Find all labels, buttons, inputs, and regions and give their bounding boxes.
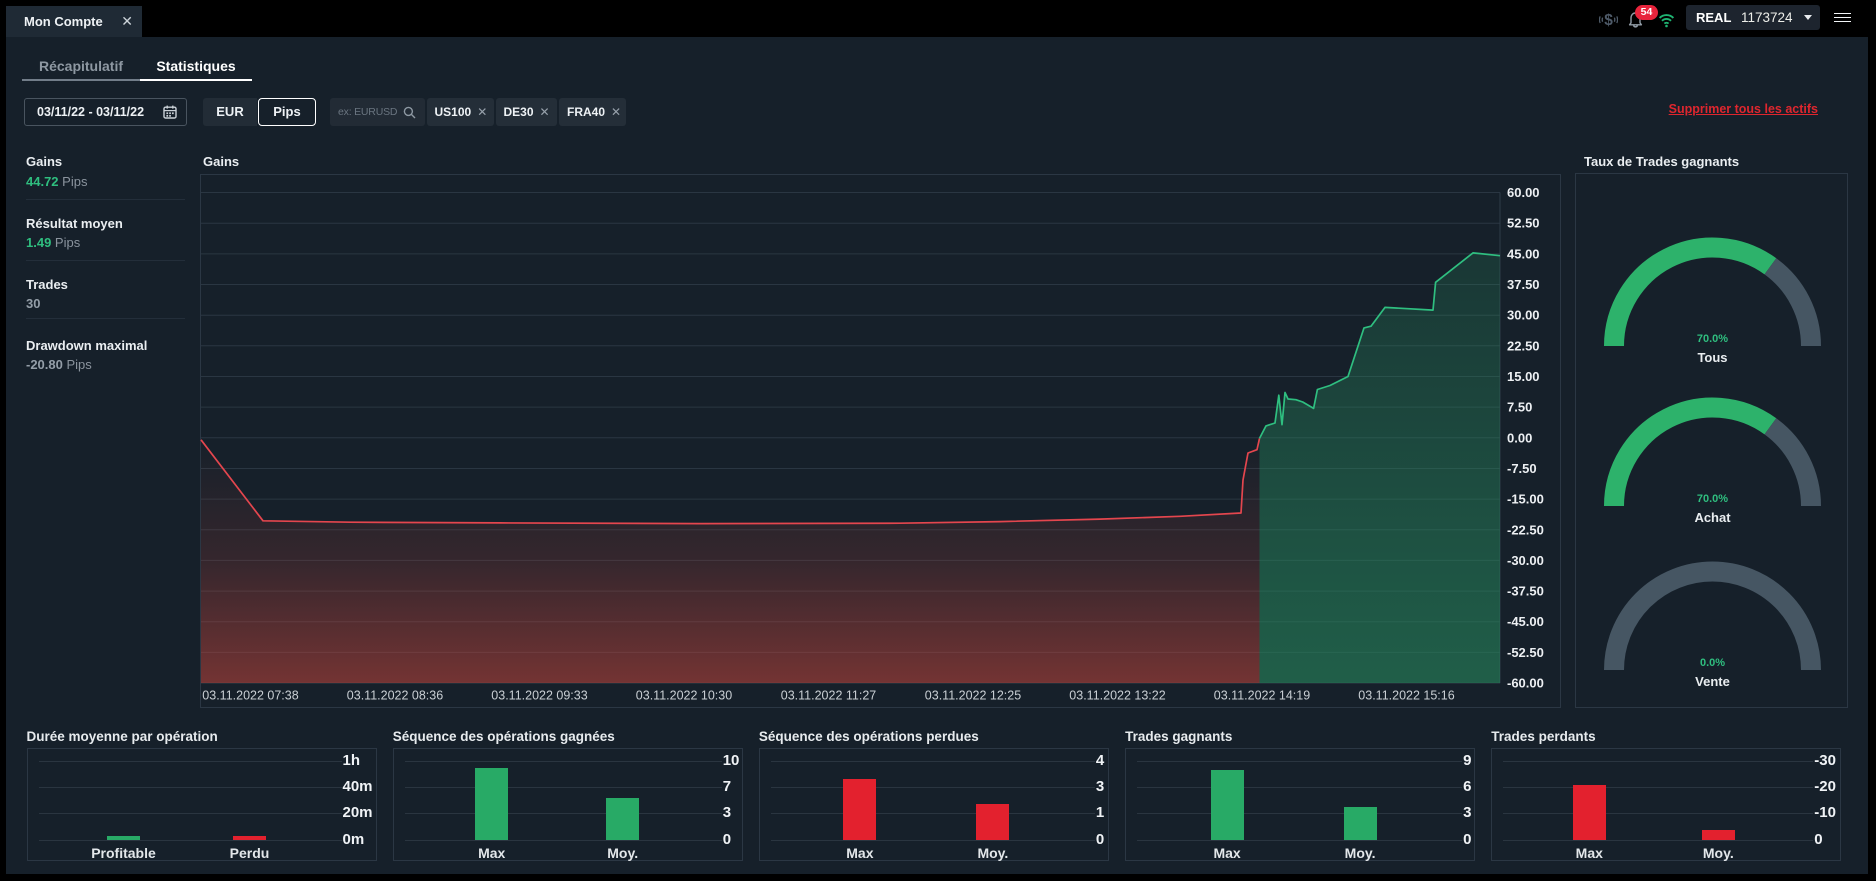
svg-text:-60.00: -60.00 xyxy=(1507,676,1544,691)
svg-text:70.0%: 70.0% xyxy=(1697,333,1728,345)
svg-text:03.11.2022 07:38: 03.11.2022 07:38 xyxy=(202,689,298,703)
svg-text:03.11.2022 15:16: 03.11.2022 15:16 xyxy=(1358,689,1454,703)
svg-text:45.00: 45.00 xyxy=(1507,246,1540,261)
svg-text:03.11.2022 12:25: 03.11.2022 12:25 xyxy=(925,689,1021,703)
svg-text:Achat: Achat xyxy=(1694,510,1731,525)
svg-text:-7.50: -7.50 xyxy=(1507,461,1537,476)
svg-text:60.00: 60.00 xyxy=(1507,185,1540,200)
svg-text:52.50: 52.50 xyxy=(1507,216,1540,231)
svg-text:70.0%: 70.0% xyxy=(1697,493,1728,505)
svg-text:-52.50: -52.50 xyxy=(1507,645,1544,660)
svg-text:03.11.2022 08:36: 03.11.2022 08:36 xyxy=(347,689,443,703)
svg-text:03.11.2022 09:33: 03.11.2022 09:33 xyxy=(491,689,587,703)
svg-text:30.00: 30.00 xyxy=(1507,308,1540,323)
svg-text:-30.00: -30.00 xyxy=(1507,553,1544,568)
svg-text:03.11.2022 10:30: 03.11.2022 10:30 xyxy=(636,689,732,703)
svg-text:03.11.2022 14:19: 03.11.2022 14:19 xyxy=(1214,689,1310,703)
svg-text:0.00: 0.00 xyxy=(1507,430,1532,445)
svg-text:-22.50: -22.50 xyxy=(1507,522,1544,537)
svg-text:15.00: 15.00 xyxy=(1507,369,1540,384)
svg-text:03.11.2022 13:22: 03.11.2022 13:22 xyxy=(1069,689,1165,703)
svg-text:Tous: Tous xyxy=(1697,350,1727,365)
svg-text:-37.50: -37.50 xyxy=(1507,584,1544,599)
svg-text:03.11.2022 11:27: 03.11.2022 11:27 xyxy=(781,689,877,703)
svg-text:37.50: 37.50 xyxy=(1507,277,1540,292)
svg-text:$: $ xyxy=(1604,12,1613,29)
svg-text:Vente: Vente xyxy=(1695,674,1730,689)
svg-text:0.0%: 0.0% xyxy=(1700,657,1725,669)
svg-text:22.50: 22.50 xyxy=(1507,338,1540,353)
svg-text:7.50: 7.50 xyxy=(1507,400,1532,415)
svg-text:-15.00: -15.00 xyxy=(1507,492,1544,507)
svg-text:-45.00: -45.00 xyxy=(1507,614,1544,629)
